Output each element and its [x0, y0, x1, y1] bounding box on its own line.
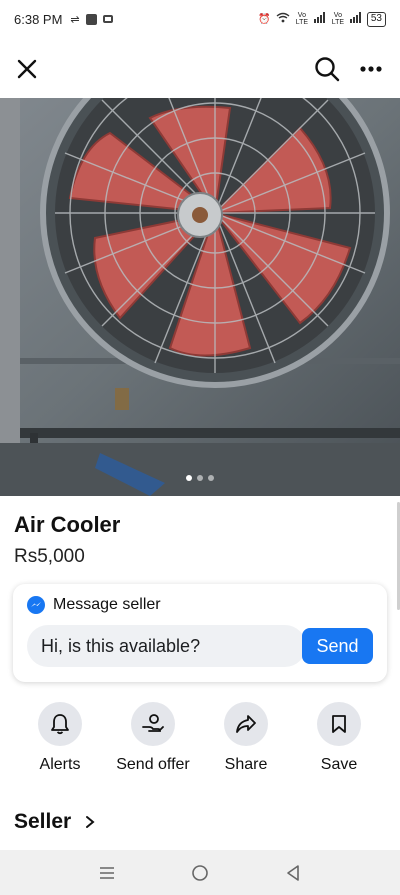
- seller-section[interactable]: Seller: [14, 810, 95, 834]
- alarm-icon: ⏰: [258, 13, 271, 25]
- alerts-label: Alerts: [39, 756, 81, 773]
- action-row: Alerts Send offer Share Save: [0, 702, 400, 782]
- more-options-button[interactable]: [354, 52, 388, 86]
- camera-icon: ⇌: [70, 13, 80, 26]
- status-time: 6:38 PM: [14, 11, 63, 27]
- bookmark-icon: [332, 715, 346, 733]
- search-icon: [315, 57, 340, 82]
- network-label: Vo LTE: [331, 12, 345, 26]
- top-bar: [0, 44, 400, 94]
- send-offer-button[interactable]: Send offer: [108, 702, 198, 774]
- pagination-dot[interactable]: [186, 475, 192, 481]
- search-button[interactable]: [310, 52, 344, 86]
- signal-icon: [349, 12, 362, 26]
- status-bar: 6:38 PM ⇌ ⏰ Vo LTE Vo LTE 53: [0, 0, 400, 38]
- listing-photo[interactable]: [0, 98, 400, 496]
- share-label: Share: [224, 756, 268, 773]
- listing-title: Air Cooler: [14, 512, 121, 537]
- seller-heading: Seller: [14, 810, 72, 833]
- listing-price: Rs5,000: [14, 546, 85, 567]
- message-seller-label: Message seller: [53, 596, 161, 613]
- pagination-dot[interactable]: [208, 475, 214, 481]
- network-label: Vo LTE: [295, 12, 309, 26]
- close-button[interactable]: [10, 52, 44, 86]
- app-notification-icon: [85, 13, 97, 25]
- share-button[interactable]: Share: [201, 702, 291, 774]
- photo-pagination: [186, 475, 214, 481]
- wifi-icon: [276, 12, 290, 26]
- pagination-dot[interactable]: [197, 475, 203, 481]
- message-icon: [102, 15, 113, 23]
- message-seller-header: Message seller: [27, 596, 161, 614]
- send-offer-label: Send offer: [116, 756, 190, 773]
- share-icon: [236, 715, 256, 733]
- battery-icon: 53: [366, 11, 386, 27]
- recent-apps-button[interactable]: [87, 853, 127, 893]
- home-icon: [192, 864, 208, 881]
- close-icon: [17, 59, 37, 79]
- message-input[interactable]: [27, 625, 306, 667]
- chevron-right-icon: [86, 816, 95, 828]
- messenger-icon: [27, 596, 45, 614]
- save-button[interactable]: Save: [294, 702, 384, 774]
- home-button[interactable]: [180, 853, 220, 893]
- bell-icon: [51, 714, 69, 735]
- send-offer-circle[interactable]: [131, 702, 175, 746]
- alerts-button[interactable]: Alerts: [15, 702, 105, 774]
- signal-icon: [313, 12, 326, 26]
- save-label: Save: [320, 756, 358, 773]
- send-offer-icon: [142, 714, 164, 732]
- alerts-circle[interactable]: [38, 702, 82, 746]
- back-button[interactable]: [273, 853, 313, 893]
- send-button[interactable]: Send: [302, 628, 373, 664]
- save-circle[interactable]: [317, 702, 361, 746]
- share-circle[interactable]: [224, 702, 268, 746]
- air-cooler-image: [0, 98, 400, 496]
- back-icon: [287, 864, 300, 881]
- recent-apps-icon: [99, 866, 114, 879]
- message-seller-card: Message seller Send: [13, 584, 387, 682]
- system-nav-bar: [0, 850, 400, 895]
- more-options-icon: [360, 66, 382, 72]
